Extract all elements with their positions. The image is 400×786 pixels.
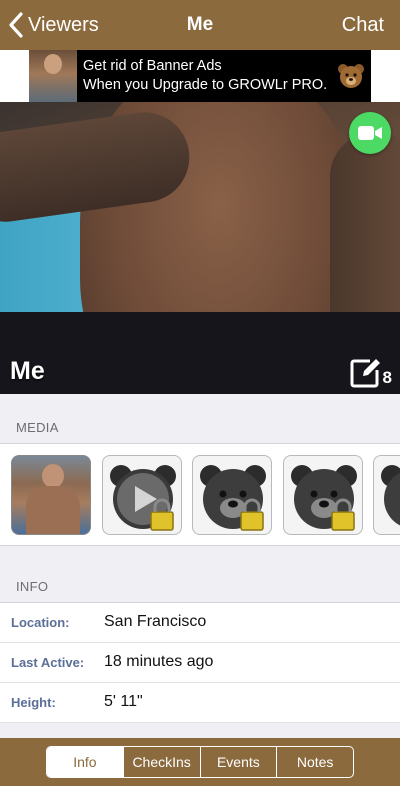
media-thumb-locked-video[interactable] — [102, 455, 182, 535]
info-value: 18 minutes ago — [104, 653, 214, 670]
media-thumb-locked-photo[interactable] — [373, 455, 400, 535]
media-thumb-locked-photo[interactable] — [283, 455, 363, 535]
media-strip[interactable] — [0, 444, 400, 546]
photo-count: 8 — [382, 368, 392, 387]
video-call-button[interactable] — [349, 112, 391, 154]
locked-bear-icon — [381, 465, 400, 526]
info-value: San Francisco — [104, 613, 207, 630]
back-button[interactable]: Viewers — [8, 10, 99, 40]
tab-notes[interactable]: Notes — [277, 747, 353, 777]
nav-bar: Viewers Me Chat — [0, 0, 400, 50]
media-thumb-detail — [42, 464, 64, 488]
banner-ad[interactable]: Get rid of Banner Ads When you Upgrade t… — [29, 50, 371, 102]
info-label: Location: — [11, 615, 70, 630]
chat-button[interactable]: Chat — [342, 14, 384, 37]
profile-name: Me — [10, 357, 45, 385]
info-label: Last Active: — [11, 655, 85, 670]
info-section-header: INFO — [0, 560, 400, 603]
media-thumb-photo[interactable] — [11, 455, 91, 535]
media-thumb-detail — [26, 486, 80, 534]
chevron-left-icon — [9, 12, 23, 38]
locked-bear-icon — [291, 465, 357, 531]
media-header-label: MEDIA — [16, 420, 59, 435]
segmented-control: Info CheckIns Events Notes — [46, 746, 354, 778]
tab-checkins[interactable]: CheckIns — [124, 747, 201, 777]
info-row-height: Height: 5' 11" — [0, 683, 400, 723]
media-thumb-locked-photo[interactable] — [192, 455, 272, 535]
locked-bear-icon — [200, 465, 266, 531]
banner-ad-container: Get rid of Banner Ads When you Upgrade t… — [0, 50, 400, 102]
info-row-location: Location: San Francisco — [0, 603, 400, 643]
bottom-tab-bar: Info CheckIns Events Notes — [0, 738, 400, 786]
bear-logo-icon — [338, 64, 364, 88]
banner-ad-line1: Get rid of Banner Ads — [83, 58, 222, 74]
info-value: 5' 11" — [104, 693, 143, 710]
video-camera-icon — [358, 126, 382, 140]
edit-photos-button[interactable]: 8 — [350, 356, 392, 388]
back-button-label: Viewers — [28, 13, 99, 36]
info-label: Height: — [11, 695, 56, 710]
banner-ad-line2: When you Upgrade to GROWLr PRO. — [83, 77, 328, 93]
info-row-last-active: Last Active: 18 minutes ago — [0, 643, 400, 683]
locked-video-icon — [110, 465, 176, 531]
info-header-label: INFO — [16, 579, 49, 594]
banner-ad-text: Get rid of Banner Ads When you Upgrade t… — [83, 57, 337, 95]
tab-events[interactable]: Events — [201, 747, 278, 777]
edit-icon — [350, 359, 380, 388]
photo-detail — [0, 312, 400, 394]
tab-info[interactable]: Info — [47, 747, 124, 777]
media-section-header: MEDIA — [0, 402, 400, 444]
profile-photo[interactable]: Me 8 — [0, 102, 400, 394]
banner-ad-photo — [29, 50, 77, 102]
